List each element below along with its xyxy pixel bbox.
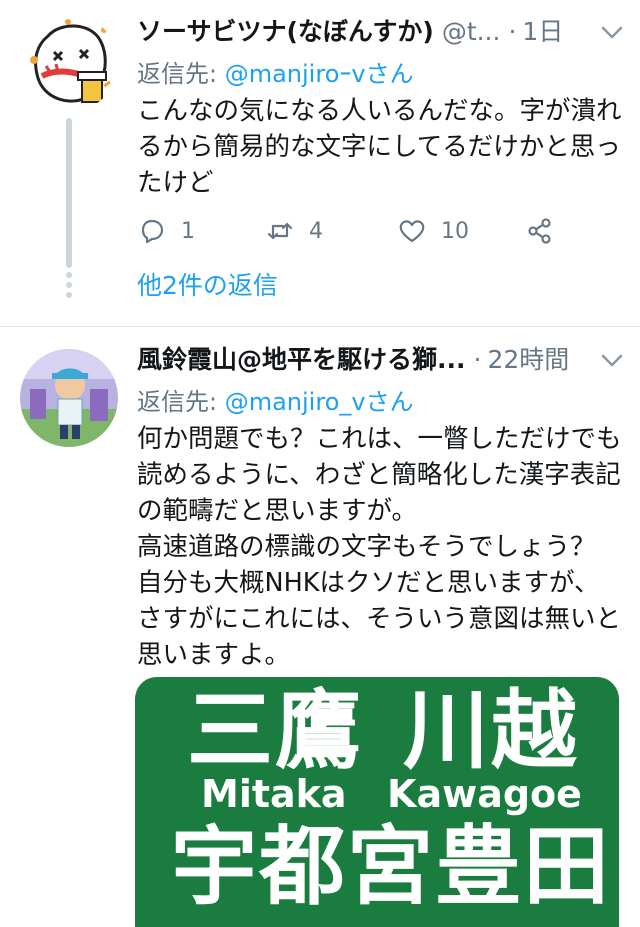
separator-dot: · [473, 345, 482, 374]
avatar[interactable] [20, 349, 118, 447]
sign-romaji-kawagoe: Kawagoe [387, 772, 582, 816]
reply-button[interactable]: 1 [137, 211, 195, 251]
sign-romaji-mitaka: Mitaka [201, 772, 347, 816]
share-icon [528, 218, 551, 244]
author-name[interactable]: 風鈴霞山@地平を駆ける獅... [137, 340, 466, 380]
chevron-down-icon[interactable] [597, 12, 627, 52]
attached-image-road-sign[interactable]: 三鷹 川越 Mitaka Kawagoe 宇都宮 豊田 [135, 677, 619, 927]
reply-count: 1 [181, 218, 195, 244]
tweet-2[interactable]: 風鈴霞山@地平を駆ける獅... · 22時間 返信先: @manjiro_vさん 何… [0, 327, 640, 927]
timestamp[interactable]: 1日 [522, 17, 563, 46]
chevron-down-icon[interactable] [597, 340, 627, 380]
tweet-text: 何か問題でも？これは、一瞥しただけでも読めるように、わざと簡略化した漢字表記の範… [137, 424, 622, 670]
reply-to-label: 返信先: [137, 388, 225, 416]
retweet-button[interactable]: 4 [265, 211, 323, 251]
share-button[interactable] [525, 211, 555, 251]
avatar-image [20, 14, 118, 112]
reply-to-mention[interactable]: @manjiroｰvさん [225, 60, 414, 88]
avatar-image [20, 349, 118, 447]
author-name[interactable]: ソーサビツナ(なぼんすか) [137, 12, 434, 52]
show-more-replies-link[interactable]: 他2件の返信 [137, 266, 278, 306]
reply-to-label: 返信先: [137, 60, 225, 88]
sign-kanji-toyota: 豊田 [435, 817, 611, 917]
reply-icon [141, 219, 164, 244]
action-bar: 1 4 10 [137, 211, 607, 251]
like-icon [399, 220, 425, 243]
tweet-header: ソーサビツナ(なぼんすか) @t... · 1日 [137, 12, 627, 52]
reply-to: 返信先: @manjiroｰvさん [137, 56, 414, 92]
thread-dots [64, 272, 74, 302]
retweet-icon [267, 222, 293, 240]
reply-to-mention[interactable]: @manjiro_vさん [225, 388, 414, 416]
timestamp[interactable]: 22時間 [487, 345, 569, 374]
tweet-header: 風鈴霞山@地平を駆ける獅... · 22時間 [137, 340, 627, 380]
sign-kanji-mitaka: 三鷹 [187, 681, 363, 781]
tweet-text: こんなの気になる人いるんだな。字が潰れるから簡易的な文字にしてるだけかと思ったけ… [137, 96, 622, 198]
tweet-1[interactable]: ソーサビツナ(なぼんすか) @t... · 1日 返信先: @manjiroｰvさん… [0, 0, 640, 326]
author-handle[interactable]: @t... [442, 12, 501, 52]
like-count: 10 [441, 218, 469, 244]
sign-kanji-kawagoe: 川越 [403, 681, 579, 781]
reply-to: 返信先: @manjiro_vさん [137, 384, 414, 420]
like-button[interactable]: 10 [397, 211, 469, 251]
avatar[interactable] [20, 14, 118, 112]
separator-dot: · [508, 17, 517, 46]
sign-kanji-utsunomiya: 宇都宮 [171, 817, 435, 917]
retweet-count: 4 [309, 218, 323, 244]
thread-line [66, 118, 72, 268]
